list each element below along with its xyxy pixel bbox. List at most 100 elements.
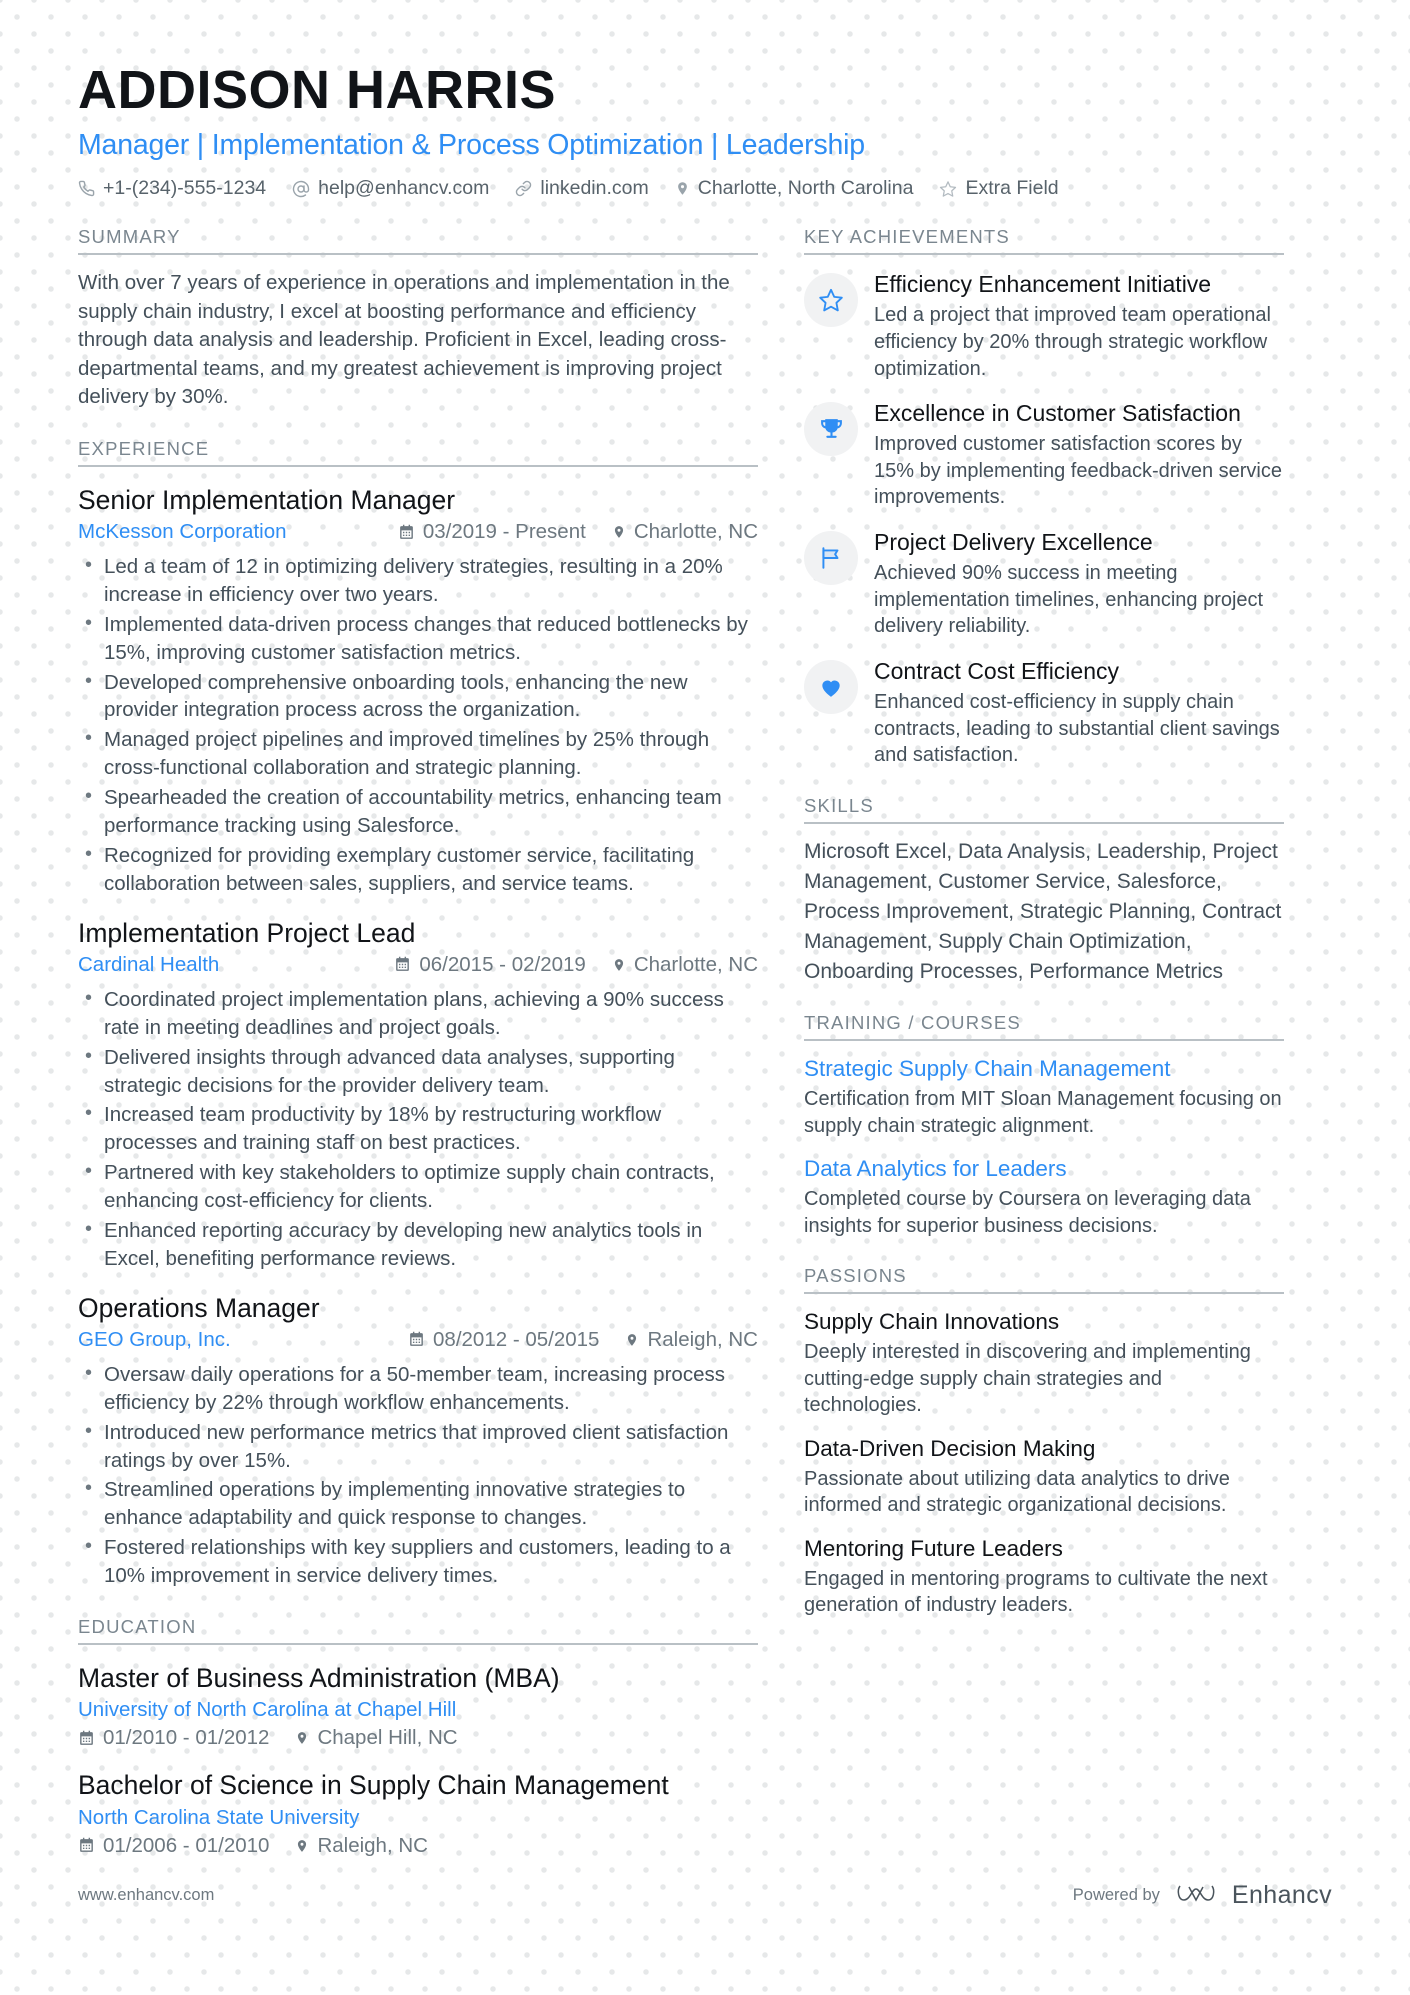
calendar-icon [408, 1331, 425, 1348]
job-bullet: Fostered relationships with key supplier… [78, 1533, 758, 1590]
job-bullet: Streamlined operations by implementing i… [78, 1475, 758, 1532]
company-name[interactable]: GEO Group, Inc. [78, 1328, 231, 1352]
email-icon [292, 180, 310, 198]
achievement-description: Improved customer satisfaction scores by… [874, 432, 1282, 509]
training-title[interactable]: Data Analytics for Leaders [804, 1155, 1284, 1182]
location-icon [612, 523, 626, 541]
job-dates-text: 06/2015 - 02/2019 [419, 952, 586, 976]
job-bullet: Led a team of 12 in optimizing delivery … [78, 552, 758, 609]
contact-location: Charlotte, North Carolina [675, 177, 914, 200]
job-bullets: Coordinated project implementation plans… [78, 985, 758, 1273]
experience-section-title: EXPERIENCE [78, 438, 758, 467]
education-meta: 01/2006 - 01/2010 Raleigh, NC [78, 1834, 758, 1858]
powered-by-label: Powered by [1072, 1886, 1160, 1904]
achievement-title: Excellence in Customer Satisfaction [874, 400, 1241, 427]
job-dates-text: 08/2012 - 05/2015 [433, 1327, 600, 1351]
contact-phone: +1-(234)-555-1234 [78, 177, 266, 200]
contact-email: help@enhancv.com [292, 177, 489, 200]
job-bullet: Enhanced reporting accuracy by developin… [78, 1216, 758, 1273]
education-dates-text: 01/2006 - 01/2010 [103, 1833, 270, 1857]
location-icon [612, 956, 626, 974]
skills-text: Microsoft Excel, Data Analysis, Leadersh… [804, 840, 1282, 983]
location-icon [625, 1331, 639, 1349]
page-footer: www.enhancv.com Powered by Enhancv [78, 1880, 1332, 1911]
experience-list: Senior Implementation Manager McKesson Co… [78, 484, 758, 1590]
experience-entry: Implementation Project Lead Cardinal Heal… [78, 917, 758, 1273]
contact-phone-text: +1-(234)-555-1234 [103, 177, 267, 200]
company-name[interactable]: Cardinal Health [78, 953, 219, 977]
contact-bar: +1-(234)-555-1234 help@enhancv.com linke… [78, 177, 1332, 200]
education-dates: 01/2006 - 01/2010 [78, 1834, 269, 1858]
achievement-description: Led a project that improved team operati… [874, 303, 1271, 380]
section-training-courses: TRAINING / COURSES Strategic Supply Chai… [804, 1012, 1284, 1239]
school-row: North Carolina State University [78, 1806, 758, 1830]
resume-header: ADDISON HARRIS Manager | Implementation … [78, 62, 1332, 200]
job-bullets: Led a team of 12 in optimizing delivery … [78, 552, 758, 898]
education-location-text: Chapel Hill, NC [317, 1726, 458, 1750]
contact-linkedin-text: linkedin.com [540, 177, 649, 200]
summary-text: With over 7 years of experience in opera… [78, 271, 730, 409]
experience-entry: Operations Manager GEO Group, Inc. 08/2012… [78, 1292, 758, 1590]
job-meta-row: Cardinal Health 06/2015 - 02/2019 Charlott… [78, 953, 758, 977]
school-name[interactable]: University of North Carolina at Chapel H… [78, 1698, 456, 1722]
company-name[interactable]: McKesson Corporation [78, 520, 287, 544]
footer-website[interactable]: www.enhancv.com [78, 1886, 214, 1905]
education-location: Chapel Hill, NC [295, 1726, 458, 1750]
school-row: University of North Carolina at Chapel H… [78, 1698, 758, 1722]
left-column: SUMMARY With over 7 years of experience … [78, 226, 804, 1857]
contact-extra-field-text: Extra Field [965, 177, 1059, 200]
section-skills: SKILLS Microsoft Excel, Data Analysis, L… [804, 795, 1284, 986]
passion-description: Engaged in mentoring programs to cultiva… [804, 1567, 1268, 1617]
education-section-title: EDUCATION [78, 1616, 758, 1645]
experience-entry: Senior Implementation Manager McKesson Co… [78, 484, 758, 898]
powered-by-block: Powered by Enhancv [1073, 1880, 1332, 1911]
achievements-list: Efficiency Enhancement Initiative Led a p… [804, 271, 1284, 769]
job-location-text: Charlotte, NC [633, 520, 758, 544]
school-name[interactable]: North Carolina State University [78, 1806, 359, 1830]
job-dates: 03/2019 - Present [398, 520, 586, 544]
achievement-title: Contract Cost Efficiency [874, 658, 1120, 685]
job-dates-text: 03/2019 - Present [422, 520, 586, 544]
training-item: Data Analytics for Leaders Completed cour… [804, 1155, 1284, 1239]
section-passions: PASSIONS Supply Chain Innovations Deeply … [804, 1265, 1284, 1619]
education-dates-text: 01/2010 - 01/2012 [103, 1726, 270, 1750]
passion-item: Supply Chain Innovations Deeply intereste… [804, 1308, 1284, 1419]
trophy-icon [804, 402, 858, 457]
job-location-text: Charlotte, NC [633, 952, 758, 976]
training-description: Certification from MIT Sloan Management … [804, 1087, 1282, 1137]
contact-linkedin[interactable]: linkedin.com [515, 177, 649, 200]
job-title: Senior Implementation Manager [78, 484, 456, 515]
passion-description: Deeply interested in discovering and imp… [804, 1340, 1251, 1417]
calendar-icon [78, 1837, 95, 1854]
passion-title: Mentoring Future Leaders [804, 1536, 1063, 1562]
degree-title: Master of Business Administration (MBA) [78, 1662, 560, 1693]
job-bullet: Recognized for providing exemplary custo… [78, 841, 758, 898]
passion-description: Passionate about utilizing data analytic… [804, 1467, 1230, 1517]
phone-icon [78, 180, 95, 197]
achievements-section-title: KEY ACHIEVEMENTS [804, 226, 1284, 256]
achievement-item: Efficiency Enhancement Initiative Led a p… [804, 271, 1284, 382]
training-title[interactable]: Strategic Supply Chain Management [804, 1055, 1284, 1082]
job-bullet: Implemented data-driven process changes … [78, 610, 758, 667]
training-list: Strategic Supply Chain Management Certifi… [804, 1055, 1284, 1239]
job-meta-row: McKesson Corporation 03/2019 - Present Cha… [78, 520, 758, 544]
education-entry: Bachelor of Science in Supply Chain Mana… [78, 1769, 758, 1857]
link-icon [515, 180, 532, 197]
achievement-description: Enhanced cost-efficiency in supply chain… [874, 690, 1280, 767]
enhancv-logo-icon [1176, 1880, 1216, 1911]
job-bullet: Spearheaded the creation of accountabili… [78, 783, 758, 840]
job-title: Operations Manager [78, 1292, 320, 1323]
job-bullet: Delivered insights through advanced data… [78, 1043, 758, 1100]
resume-page: ADDISON HARRIS Manager | Implementation … [0, 0, 1410, 1995]
passion-title: Data-Driven Decision Making [804, 1436, 1096, 1462]
job-dates: 08/2012 - 05/2015 [408, 1328, 599, 1352]
calendar-icon [78, 1730, 95, 1747]
job-location-text: Raleigh, NC [647, 1327, 758, 1351]
section-education: EDUCATION Master of Business Administrat… [78, 1616, 758, 1858]
location-icon [295, 1729, 309, 1747]
passion-title: Supply Chain Innovations [804, 1309, 1060, 1335]
education-meta: 01/2010 - 01/2012 Chapel Hill, NC [78, 1726, 758, 1750]
contact-location-text: Charlotte, North Carolina [697, 177, 914, 200]
flag-icon [804, 531, 858, 586]
job-bullet: Introduced new performance metrics that … [78, 1418, 758, 1475]
